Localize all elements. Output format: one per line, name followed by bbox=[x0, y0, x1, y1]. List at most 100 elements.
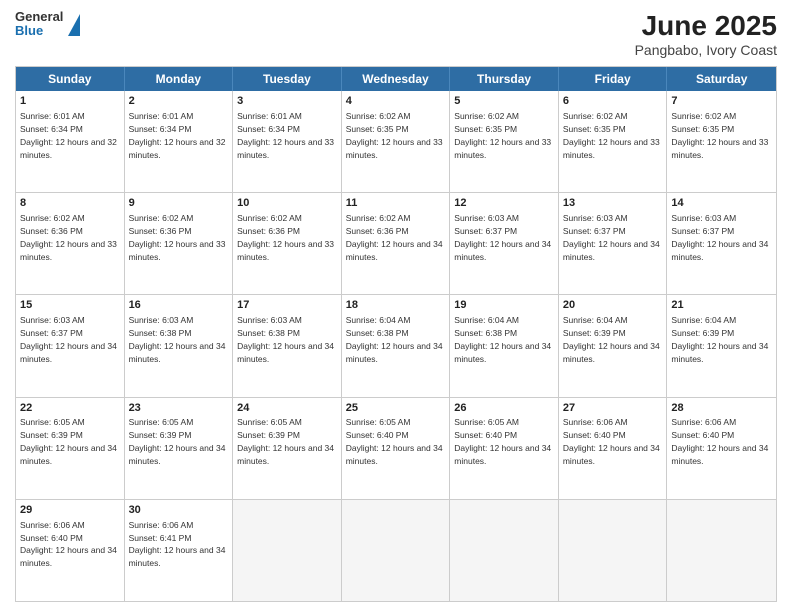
header-friday: Friday bbox=[559, 67, 668, 91]
day-number: 11 bbox=[346, 196, 446, 211]
day-number: 22 bbox=[20, 401, 120, 416]
day-number: 17 bbox=[237, 298, 337, 313]
day-number: 25 bbox=[346, 401, 446, 416]
table-row: 16 Sunrise: 6:03 AMSunset: 6:38 PMDaylig… bbox=[125, 295, 234, 396]
table-row: 27 Sunrise: 6:06 AMSunset: 6:40 PMDaylig… bbox=[559, 398, 668, 499]
table-row: 19 Sunrise: 6:04 AMSunset: 6:38 PMDaylig… bbox=[450, 295, 559, 396]
table-row: 23 Sunrise: 6:05 AMSunset: 6:39 PMDaylig… bbox=[125, 398, 234, 499]
day-number: 12 bbox=[454, 196, 554, 211]
cell-info: Sunrise: 6:06 AMSunset: 6:40 PMDaylight:… bbox=[671, 417, 768, 466]
header-tuesday: Tuesday bbox=[233, 67, 342, 91]
logo: General Blue bbox=[15, 10, 80, 39]
table-row: 14 Sunrise: 6:03 AMSunset: 6:37 PMDaylig… bbox=[667, 193, 776, 294]
day-number: 2 bbox=[129, 94, 229, 109]
cell-info: Sunrise: 6:02 AMSunset: 6:35 PMDaylight:… bbox=[563, 111, 660, 160]
table-row: 8 Sunrise: 6:02 AMSunset: 6:36 PMDayligh… bbox=[16, 193, 125, 294]
cell-info: Sunrise: 6:03 AMSunset: 6:37 PMDaylight:… bbox=[563, 213, 660, 262]
day-number: 9 bbox=[129, 196, 229, 211]
day-number: 7 bbox=[671, 94, 772, 109]
table-row: 12 Sunrise: 6:03 AMSunset: 6:37 PMDaylig… bbox=[450, 193, 559, 294]
day-number: 16 bbox=[129, 298, 229, 313]
table-row: 29 Sunrise: 6:06 AMSunset: 6:40 PMDaylig… bbox=[16, 500, 125, 601]
calendar-header: Sunday Monday Tuesday Wednesday Thursday… bbox=[16, 67, 776, 91]
table-row: 10 Sunrise: 6:02 AMSunset: 6:36 PMDaylig… bbox=[233, 193, 342, 294]
day-number: 26 bbox=[454, 401, 554, 416]
cell-info: Sunrise: 6:03 AMSunset: 6:37 PMDaylight:… bbox=[20, 315, 117, 364]
cell-info: Sunrise: 6:04 AMSunset: 6:39 PMDaylight:… bbox=[563, 315, 660, 364]
calendar-row: 22 Sunrise: 6:05 AMSunset: 6:39 PMDaylig… bbox=[16, 397, 776, 499]
cell-info: Sunrise: 6:02 AMSunset: 6:35 PMDaylight:… bbox=[671, 111, 768, 160]
table-row: 24 Sunrise: 6:05 AMSunset: 6:39 PMDaylig… bbox=[233, 398, 342, 499]
table-row: 7 Sunrise: 6:02 AMSunset: 6:35 PMDayligh… bbox=[667, 91, 776, 192]
day-number: 28 bbox=[671, 401, 772, 416]
header-monday: Monday bbox=[125, 67, 234, 91]
cell-info: Sunrise: 6:02 AMSunset: 6:35 PMDaylight:… bbox=[454, 111, 551, 160]
calendar-row: 1 Sunrise: 6:01 AMSunset: 6:34 PMDayligh… bbox=[16, 91, 776, 192]
day-number: 1 bbox=[20, 94, 120, 109]
cell-info: Sunrise: 6:04 AMSunset: 6:38 PMDaylight:… bbox=[454, 315, 551, 364]
table-row: 4 Sunrise: 6:02 AMSunset: 6:35 PMDayligh… bbox=[342, 91, 451, 192]
cell-info: Sunrise: 6:04 AMSunset: 6:39 PMDaylight:… bbox=[671, 315, 768, 364]
header-saturday: Saturday bbox=[667, 67, 776, 91]
month-year: June 2025 bbox=[635, 10, 777, 42]
calendar-row: 8 Sunrise: 6:02 AMSunset: 6:36 PMDayligh… bbox=[16, 192, 776, 294]
day-number: 30 bbox=[129, 503, 229, 518]
day-number: 6 bbox=[563, 94, 663, 109]
table-row: 1 Sunrise: 6:01 AMSunset: 6:34 PMDayligh… bbox=[16, 91, 125, 192]
day-number: 20 bbox=[563, 298, 663, 313]
logo-general: General bbox=[15, 10, 63, 24]
table-row: 26 Sunrise: 6:05 AMSunset: 6:40 PMDaylig… bbox=[450, 398, 559, 499]
header-thursday: Thursday bbox=[450, 67, 559, 91]
table-row bbox=[233, 500, 342, 601]
cell-info: Sunrise: 6:02 AMSunset: 6:35 PMDaylight:… bbox=[346, 111, 443, 160]
table-row: 3 Sunrise: 6:01 AMSunset: 6:34 PMDayligh… bbox=[233, 91, 342, 192]
table-row: 13 Sunrise: 6:03 AMSunset: 6:37 PMDaylig… bbox=[559, 193, 668, 294]
cell-info: Sunrise: 6:05 AMSunset: 6:40 PMDaylight:… bbox=[454, 417, 551, 466]
day-number: 24 bbox=[237, 401, 337, 416]
cell-info: Sunrise: 6:05 AMSunset: 6:40 PMDaylight:… bbox=[346, 417, 443, 466]
table-row: 25 Sunrise: 6:05 AMSunset: 6:40 PMDaylig… bbox=[342, 398, 451, 499]
day-number: 29 bbox=[20, 503, 120, 518]
title-block: June 2025 Pangbabo, Ivory Coast bbox=[635, 10, 777, 58]
day-number: 21 bbox=[671, 298, 772, 313]
header-sunday: Sunday bbox=[16, 67, 125, 91]
cell-info: Sunrise: 6:05 AMSunset: 6:39 PMDaylight:… bbox=[129, 417, 226, 466]
header-wednesday: Wednesday bbox=[342, 67, 451, 91]
cell-info: Sunrise: 6:05 AMSunset: 6:39 PMDaylight:… bbox=[20, 417, 117, 466]
calendar-row: 29 Sunrise: 6:06 AMSunset: 6:40 PMDaylig… bbox=[16, 499, 776, 601]
header: General Blue June 2025 Pangbabo, Ivory C… bbox=[15, 10, 777, 58]
table-row: 18 Sunrise: 6:04 AMSunset: 6:38 PMDaylig… bbox=[342, 295, 451, 396]
day-number: 19 bbox=[454, 298, 554, 313]
calendar-row: 15 Sunrise: 6:03 AMSunset: 6:37 PMDaylig… bbox=[16, 294, 776, 396]
cell-info: Sunrise: 6:01 AMSunset: 6:34 PMDaylight:… bbox=[129, 111, 226, 160]
cell-info: Sunrise: 6:04 AMSunset: 6:38 PMDaylight:… bbox=[346, 315, 443, 364]
page: General Blue June 2025 Pangbabo, Ivory C… bbox=[0, 0, 792, 612]
table-row: 21 Sunrise: 6:04 AMSunset: 6:39 PMDaylig… bbox=[667, 295, 776, 396]
cell-info: Sunrise: 6:06 AMSunset: 6:41 PMDaylight:… bbox=[129, 520, 226, 569]
day-number: 23 bbox=[129, 401, 229, 416]
table-row: 2 Sunrise: 6:01 AMSunset: 6:34 PMDayligh… bbox=[125, 91, 234, 192]
cell-info: Sunrise: 6:02 AMSunset: 6:36 PMDaylight:… bbox=[346, 213, 443, 262]
calendar-body: 1 Sunrise: 6:01 AMSunset: 6:34 PMDayligh… bbox=[16, 91, 776, 601]
day-number: 27 bbox=[563, 401, 663, 416]
cell-info: Sunrise: 6:06 AMSunset: 6:40 PMDaylight:… bbox=[20, 520, 117, 569]
cell-info: Sunrise: 6:03 AMSunset: 6:38 PMDaylight:… bbox=[129, 315, 226, 364]
table-row: 30 Sunrise: 6:06 AMSunset: 6:41 PMDaylig… bbox=[125, 500, 234, 601]
cell-info: Sunrise: 6:02 AMSunset: 6:36 PMDaylight:… bbox=[129, 213, 226, 262]
table-row bbox=[342, 500, 451, 601]
cell-info: Sunrise: 6:01 AMSunset: 6:34 PMDaylight:… bbox=[237, 111, 334, 160]
cell-info: Sunrise: 6:03 AMSunset: 6:38 PMDaylight:… bbox=[237, 315, 334, 364]
table-row bbox=[559, 500, 668, 601]
logo-blue: Blue bbox=[15, 24, 63, 38]
table-row: 6 Sunrise: 6:02 AMSunset: 6:35 PMDayligh… bbox=[559, 91, 668, 192]
table-row: 28 Sunrise: 6:06 AMSunset: 6:40 PMDaylig… bbox=[667, 398, 776, 499]
table-row bbox=[450, 500, 559, 601]
cell-info: Sunrise: 6:06 AMSunset: 6:40 PMDaylight:… bbox=[563, 417, 660, 466]
day-number: 4 bbox=[346, 94, 446, 109]
table-row bbox=[667, 500, 776, 601]
table-row: 15 Sunrise: 6:03 AMSunset: 6:37 PMDaylig… bbox=[16, 295, 125, 396]
day-number: 14 bbox=[671, 196, 772, 211]
day-number: 18 bbox=[346, 298, 446, 313]
table-row: 11 Sunrise: 6:02 AMSunset: 6:36 PMDaylig… bbox=[342, 193, 451, 294]
cell-info: Sunrise: 6:02 AMSunset: 6:36 PMDaylight:… bbox=[237, 213, 334, 262]
